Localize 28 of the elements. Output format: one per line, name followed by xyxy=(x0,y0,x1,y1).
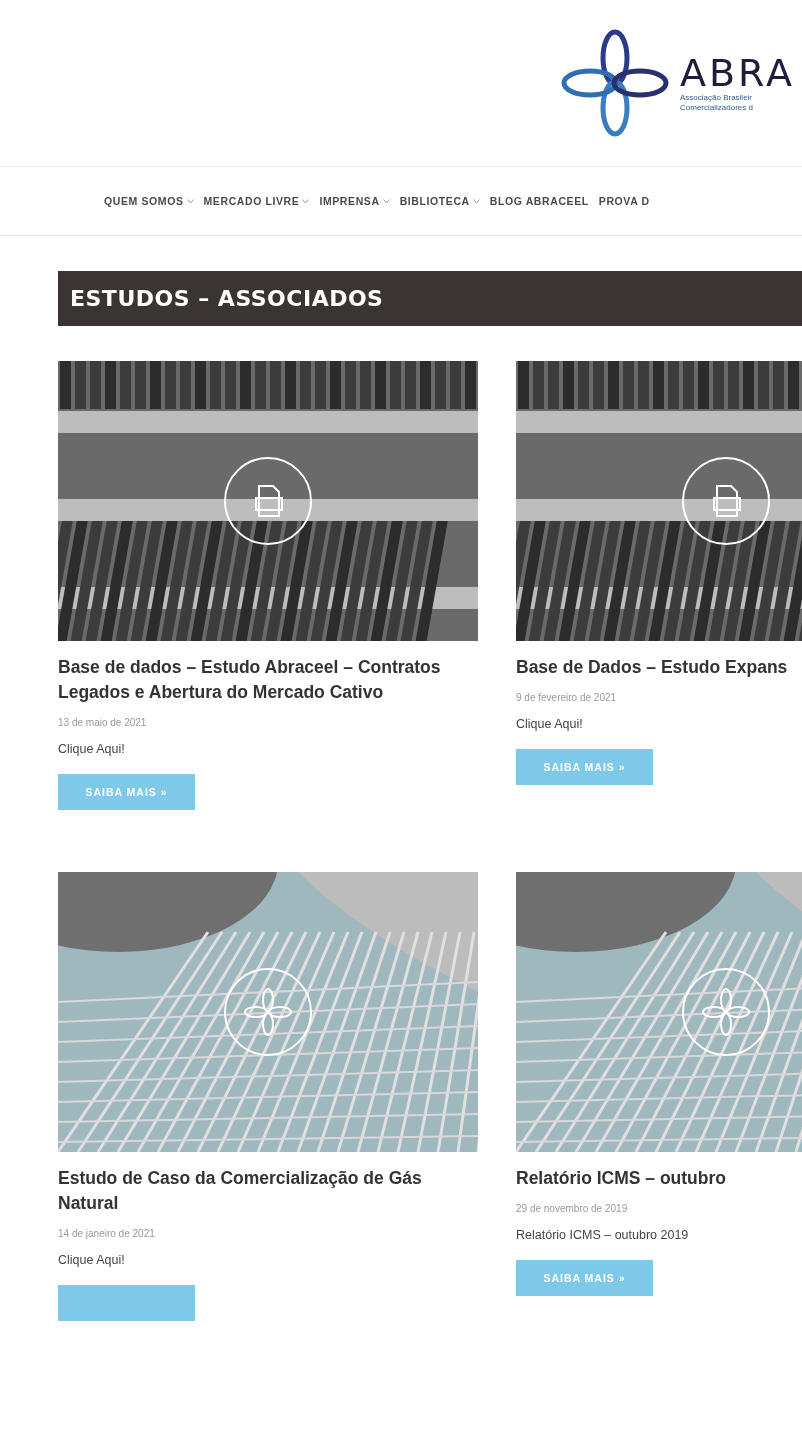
post-date: 29 de novembro de 2019 xyxy=(516,1203,628,1214)
section-heading: ESTUDOS – ASSOCIADOS xyxy=(58,271,802,326)
clover-icon xyxy=(223,967,313,1057)
logo-tagline: Associação Brasileir xyxy=(680,93,754,103)
logo-text: ABRA xyxy=(680,53,795,93)
post-excerpt: Relatório ICMS – outubro 2019 xyxy=(516,1228,689,1242)
nav-link[interactable]: BIBLIOTECA xyxy=(399,195,480,207)
post-excerpt: Clique Aqui! xyxy=(58,742,125,756)
post-title[interactable]: Estudo de Caso da Comercialização de Gás Natural xyxy=(58,1166,458,1216)
post-excerpt: Clique Aqui! xyxy=(516,717,583,731)
nav-link[interactable]: BLOG ABRACEEL xyxy=(489,195,589,207)
post-title[interactable]: Base de dados – Estudo Abraceel – Contratos Legados e Abertura do Mercado Cativo xyxy=(58,655,458,705)
clover-logo-icon xyxy=(560,28,670,138)
post-date: 14 de janeiro de 2021 xyxy=(58,1228,155,1239)
read-more-button[interactable] xyxy=(58,1285,195,1321)
clover-icon xyxy=(681,967,771,1057)
post-excerpt: Clique Aqui! xyxy=(58,1253,125,1267)
post-date: 9 de fevereiro de 2021 xyxy=(516,692,617,703)
logo-tagline: Comercializadores d xyxy=(680,103,754,113)
nav-link[interactable]: QUEM SOMOS xyxy=(104,195,194,207)
post-title[interactable]: Base de Dados – Estudo Expans xyxy=(516,655,788,680)
document-icon xyxy=(681,456,771,546)
nav-link[interactable]: MERCADO LIVRE xyxy=(203,195,310,207)
document-icon xyxy=(223,456,313,546)
post-title[interactable]: Relatório ICMS – outubro xyxy=(516,1166,726,1191)
nav-link[interactable]: IMPRENSA xyxy=(319,195,390,207)
post-date: 13 de maio de 2021 xyxy=(58,717,147,728)
nav-link[interactable]: PROVA D xyxy=(598,195,650,207)
